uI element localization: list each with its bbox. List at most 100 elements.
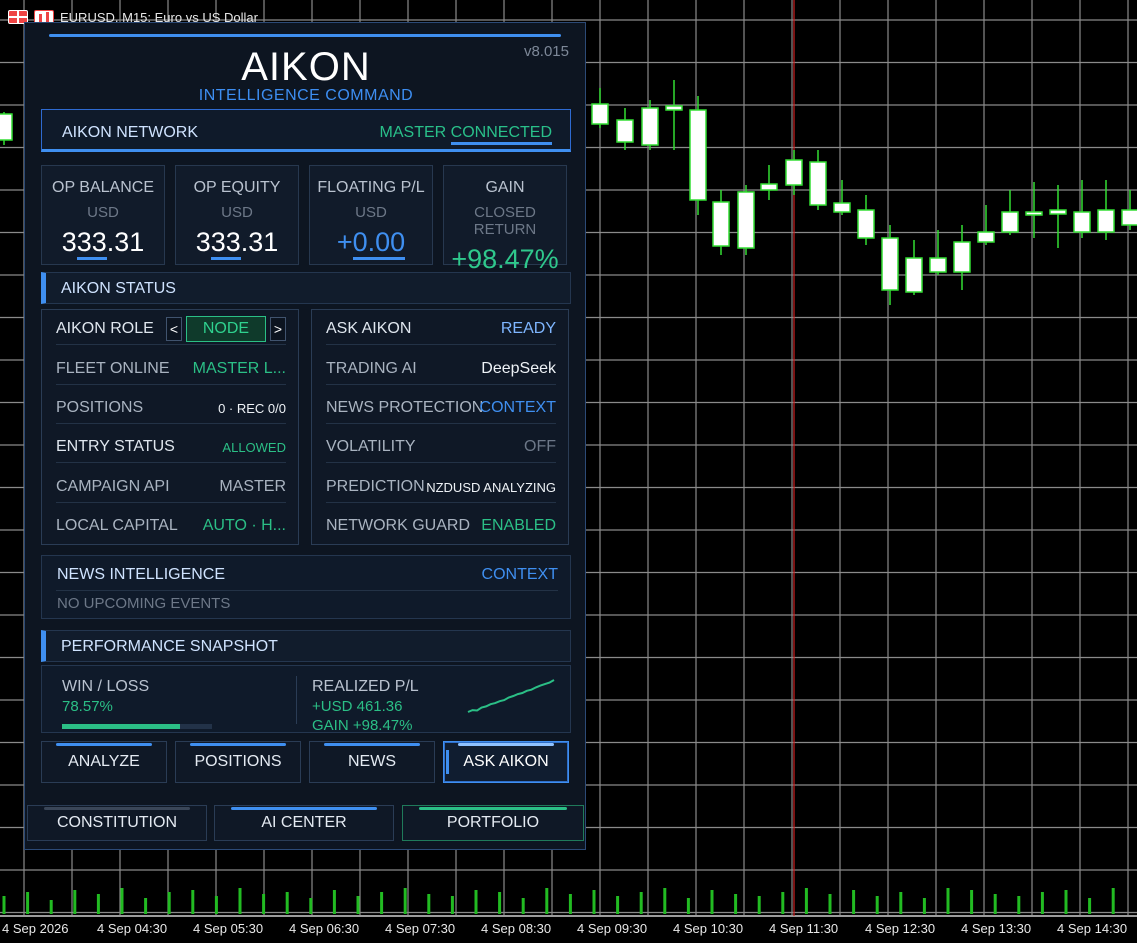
news-mode[interactable]: CONTEXT bbox=[482, 566, 558, 584]
status-row: ENTRY STATUS ALLOWED bbox=[56, 432, 286, 463]
candle-body bbox=[809, 161, 827, 206]
status-value: ALLOWED bbox=[222, 440, 286, 455]
time-tick: 4 Sep 10:30 bbox=[673, 921, 744, 936]
status-key: POSITIONS bbox=[56, 399, 144, 416]
divider bbox=[56, 590, 558, 591]
candle-body bbox=[1121, 209, 1137, 226]
sparkline-path bbox=[467, 679, 555, 713]
time-tick: 4 Sep 12:30 bbox=[865, 921, 936, 936]
card-value-part: .31 bbox=[240, 227, 279, 257]
card-value-part: % bbox=[534, 244, 559, 274]
candle-body bbox=[689, 109, 707, 201]
time-tick: 4 Sep 05:30 bbox=[193, 921, 264, 936]
candle-body bbox=[737, 191, 755, 249]
news-button[interactable]: NEWS bbox=[309, 741, 435, 783]
card-value-part: 33 bbox=[210, 227, 241, 260]
news-label: NEWS INTELLIGENCE bbox=[57, 566, 226, 583]
status-value: NZDUSD ANALYZING bbox=[426, 480, 556, 495]
candle-body bbox=[1001, 211, 1019, 233]
status-row: NETWORK GUARD ENABLED bbox=[326, 511, 556, 541]
candle-body bbox=[1073, 211, 1091, 233]
role-next-button[interactable]: > bbox=[270, 317, 286, 341]
role-selector: < NODE > bbox=[166, 316, 286, 342]
status-key: CAMPAIGN API bbox=[56, 478, 170, 495]
aikon-panel: v8.015 AIKON INTELLIGENCE COMMAND AIKON … bbox=[24, 22, 586, 850]
status-value: READY bbox=[500, 320, 556, 337]
card-value-part: + bbox=[336, 227, 353, 257]
realized-label: REALIZED P/L bbox=[312, 678, 419, 695]
candle-body bbox=[591, 103, 609, 125]
divider bbox=[296, 676, 297, 724]
section-title: AIKON STATUS bbox=[61, 280, 176, 297]
positions-button[interactable]: POSITIONS bbox=[175, 741, 301, 783]
status-row: FLEET ONLINE MASTER L... bbox=[56, 354, 286, 385]
time-tick: 4 Sep 14:30 bbox=[1057, 921, 1128, 936]
card-title: GAIN bbox=[485, 179, 525, 196]
card-title: OP BALANCE bbox=[52, 179, 154, 196]
status-value: DeepSeek bbox=[481, 360, 556, 377]
time-tick: 4 Sep 09:30 bbox=[577, 921, 648, 936]
brand-subtitle: INTELLIGENCE COMMAND bbox=[198, 87, 414, 104]
status-key: TRADING AI bbox=[326, 360, 417, 377]
winloss-value: 78.57% bbox=[62, 698, 113, 715]
network-status: MASTER CONNECTED bbox=[379, 124, 552, 145]
winloss-progress-fill bbox=[62, 724, 180, 729]
card-unit: USD bbox=[87, 204, 119, 221]
network-status-prefix: MASTER bbox=[379, 124, 451, 141]
role-row: AIKON ROLE < NODE > bbox=[56, 314, 286, 345]
role-prev-button[interactable]: < bbox=[166, 317, 182, 341]
time-tick: 4 Sep 08:30 bbox=[481, 921, 552, 936]
candle-body bbox=[1049, 209, 1067, 215]
portfolio-button[interactable]: PORTFOLIO bbox=[402, 805, 584, 841]
card-unit: CLOSED RETURN bbox=[473, 204, 537, 238]
card-value-part: +98. bbox=[451, 244, 505, 274]
time-tick: 4 Sep 06:30 bbox=[289, 921, 360, 936]
card-value: 333.31 bbox=[42, 227, 164, 260]
candle-body bbox=[977, 231, 995, 243]
winloss-label: WIN / LOSS bbox=[62, 678, 150, 695]
card-value-part: 33 bbox=[76, 227, 107, 260]
ask-aikon-button[interactable]: ASK AIKON bbox=[443, 741, 569, 783]
candle-body bbox=[881, 237, 899, 291]
card-unit: USD bbox=[355, 204, 387, 221]
network-label: AIKON NETWORK bbox=[62, 124, 199, 141]
realized-value: +USD 461.36 bbox=[312, 698, 403, 715]
status-value: 0 · REC 0/0 bbox=[218, 401, 286, 416]
time-tick: 4 Sep 11:30 bbox=[769, 921, 839, 936]
candle-body bbox=[616, 119, 634, 143]
status-key: NETWORK GUARD bbox=[326, 517, 470, 534]
card-value: +0.00 bbox=[310, 227, 432, 260]
card-value-part: .31 bbox=[106, 227, 145, 257]
status-left-box: AIKON ROLE < NODE > FLEET ONLINE MASTER … bbox=[41, 309, 299, 545]
time-tick: 4 Sep 07:30 bbox=[385, 921, 456, 936]
status-row: PREDICTION NZDUSD ANALYZING bbox=[326, 472, 556, 503]
pl-sparkline bbox=[467, 679, 555, 713]
status-key: PREDICTION bbox=[326, 478, 425, 495]
section-title: PERFORMANCE SNAPSHOT bbox=[61, 638, 278, 655]
candle-body bbox=[1025, 211, 1043, 216]
network-status-main: CONNECTED bbox=[450, 124, 552, 145]
card-value-part: 3 bbox=[195, 227, 211, 257]
candle-body bbox=[953, 241, 971, 273]
status-value: CONTEXT bbox=[479, 399, 556, 416]
ai-center-button[interactable]: AI CENTER bbox=[214, 805, 394, 841]
analyze-button[interactable]: ANALYZE bbox=[41, 741, 167, 783]
panel-accent-line bbox=[49, 34, 561, 37]
status-key: ENTRY STATUS bbox=[56, 438, 175, 455]
network-bar: AIKON NETWORK MASTER CONNECTED bbox=[41, 109, 571, 152]
card-value-part: 3 bbox=[61, 227, 77, 257]
brand-title: AIKON bbox=[241, 45, 371, 89]
card-value-part: 0.00 bbox=[352, 227, 406, 260]
gain-card: GAIN CLOSED RETURN +98.47% bbox=[443, 165, 567, 277]
floating-pl-card: FLOATING P/L USD +0.00 bbox=[309, 165, 433, 265]
time-tick: 4 Sep 2026 bbox=[2, 921, 69, 936]
constitution-button[interactable]: CONSTITUTION bbox=[27, 805, 207, 841]
candle-body bbox=[1097, 209, 1115, 233]
card-value: 333.31 bbox=[176, 227, 298, 260]
op-balance-card: OP BALANCE USD 333.31 bbox=[41, 165, 165, 265]
candle-body bbox=[641, 107, 659, 146]
status-row: CAMPAIGN API MASTER bbox=[56, 472, 286, 503]
card-value: +98.47% bbox=[444, 244, 566, 277]
candle-body bbox=[857, 209, 875, 239]
role-value[interactable]: NODE bbox=[186, 316, 266, 342]
